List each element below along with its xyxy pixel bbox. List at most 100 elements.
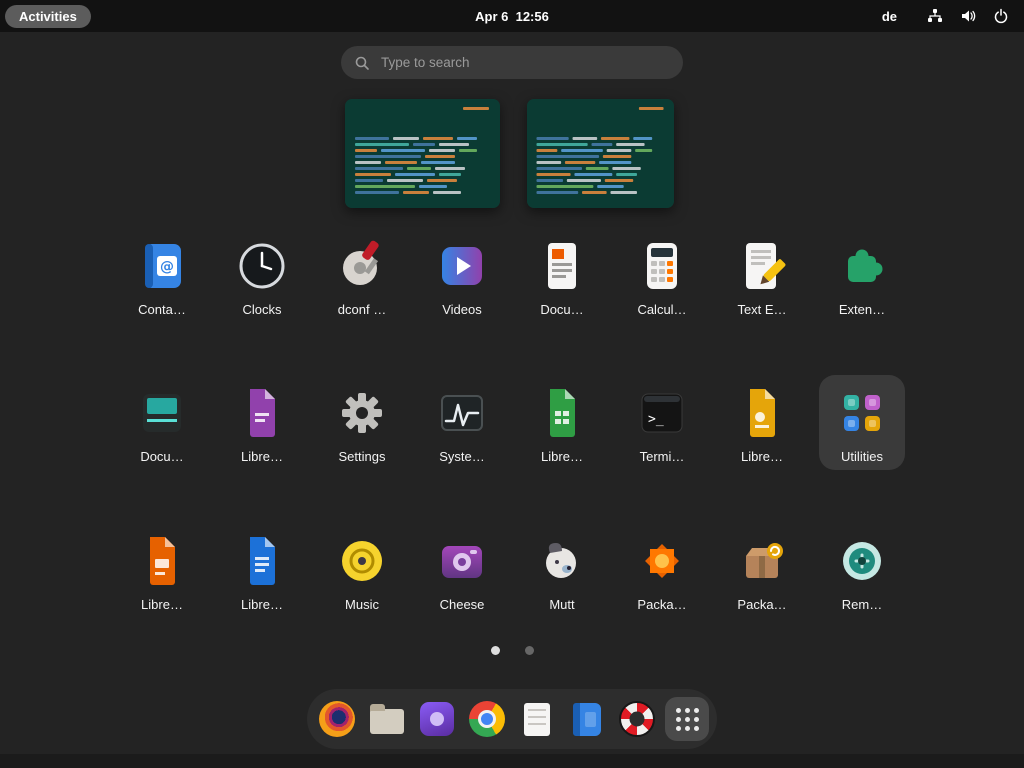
libreoffice-draw-icon: [730, 381, 794, 445]
app-label: Cheese: [440, 597, 485, 612]
blue-book-icon: [573, 703, 601, 736]
mini-app-icon: [844, 395, 859, 410]
activities-button[interactable]: Activities: [5, 5, 91, 28]
search-icon: [354, 55, 370, 71]
settings-gear-icon: [330, 381, 394, 445]
app-label: Text E…: [737, 302, 786, 317]
app-package-updater[interactable]: Packa…: [619, 523, 705, 618]
app-package-manager[interactable]: Packa…: [719, 523, 805, 618]
dock-blue-book-button[interactable]: [565, 697, 609, 741]
dock-files-button[interactable]: [365, 697, 409, 741]
app-clocks[interactable]: Clocks: [219, 228, 305, 323]
app-label: Mutt: [549, 597, 574, 612]
app-label: Videos: [442, 302, 482, 317]
app-text-editor[interactable]: Text E…: [719, 228, 805, 323]
page-dot-2[interactable]: [525, 646, 534, 655]
calculator-icon: [630, 234, 694, 298]
power-icon[interactable]: [992, 7, 1010, 25]
document-viewer-icon: [530, 234, 594, 298]
app-system-monitor[interactable]: Syste…: [419, 375, 505, 470]
purple-app-icon: [420, 702, 454, 736]
app-videos[interactable]: Videos: [419, 228, 505, 323]
page-indicator: [0, 646, 1024, 655]
dock-text-document-button[interactable]: [515, 697, 559, 741]
app-libreoffice-purple[interactable]: Libre…: [219, 375, 305, 470]
dock-show-apps-button[interactable]: [665, 697, 709, 741]
app-calculator[interactable]: Calcul…: [619, 228, 705, 323]
app-label: Clocks: [242, 302, 281, 317]
libreoffice-impress-icon: [130, 529, 194, 593]
page-dot-1[interactable]: [491, 646, 500, 655]
dash-dock: [307, 689, 717, 749]
app-folder-utilities[interactable]: Utilities: [819, 375, 905, 470]
gnome-activities-overview: Activities Apr 6 12:56 de: [0, 0, 1024, 768]
app-libreoffice-writer[interactable]: Libre…: [219, 523, 305, 618]
svg-text:>_: >_: [648, 412, 664, 427]
keyboard-layout-indicator[interactable]: de: [882, 9, 897, 24]
text-editor-icon: [730, 234, 794, 298]
dock-chrome-button[interactable]: [465, 697, 509, 741]
extensions-icon: [830, 234, 894, 298]
text-document-icon: [524, 703, 550, 736]
package-manager-icon: [730, 529, 794, 593]
app-music[interactable]: Music: [319, 523, 405, 618]
app-extensions[interactable]: Exten…: [819, 228, 905, 323]
show-apps-icon: [676, 708, 699, 731]
mini-app-icon: [865, 416, 880, 431]
app-label: Syste…: [439, 449, 485, 464]
app-label: Libre…: [741, 449, 783, 464]
libreoffice-purple-icon: [230, 381, 294, 445]
dconf-editor-icon: [330, 234, 394, 298]
app-libreoffice-calc[interactable]: Libre…: [519, 375, 605, 470]
chrome-icon: [469, 701, 505, 737]
clocks-icon: [230, 234, 294, 298]
window-thumbnail-terminal-1[interactable]: [345, 99, 500, 208]
utilities-folder-icon: [830, 381, 894, 445]
app-grid-row-1: @ Conta… Clocks dconf … Videos: [0, 228, 1024, 323]
app-label: Libre…: [141, 597, 183, 612]
app-label: Calcul…: [637, 302, 686, 317]
app-label: dconf …: [338, 302, 386, 317]
app-mutt[interactable]: Mutt: [519, 523, 605, 618]
window-thumbnail-terminal-2[interactable]: [527, 99, 674, 208]
clock[interactable]: Apr 6 12:56: [475, 9, 549, 24]
videos-icon: [430, 234, 494, 298]
app-remmina[interactable]: Rem…: [819, 523, 905, 618]
app-grid-row-2: Docu… Libre… Settings Syste… Libre…: [0, 375, 1024, 470]
app-label: Conta…: [138, 302, 186, 317]
app-label: Settings: [339, 449, 386, 464]
app-settings[interactable]: Settings: [319, 375, 405, 470]
mutt-icon: [530, 529, 594, 593]
firefox-icon: [319, 701, 355, 737]
app-libreoffice-impress[interactable]: Libre…: [119, 523, 205, 618]
app-contacts[interactable]: @ Conta…: [119, 228, 205, 323]
system-monitor-icon: [430, 381, 494, 445]
dock-firefox-button[interactable]: [315, 697, 359, 741]
search-bar[interactable]: [341, 46, 683, 79]
mini-app-icon: [844, 416, 859, 431]
app-dconf-editor[interactable]: dconf …: [319, 228, 405, 323]
app-document-scanner[interactable]: Docu…: [119, 375, 205, 470]
dock-help-button[interactable]: [615, 697, 659, 741]
network-icon[interactable]: [926, 7, 944, 25]
utilities-mini-icons: [844, 395, 880, 431]
app-terminal[interactable]: >_ Termi…: [619, 375, 705, 470]
app-document-viewer[interactable]: Docu…: [519, 228, 605, 323]
app-label: Rem…: [842, 597, 882, 612]
app-label: Libre…: [541, 449, 583, 464]
terminal-icon: >_: [630, 381, 694, 445]
svg-text:@: @: [160, 259, 174, 275]
music-icon: [330, 529, 394, 593]
lifesaver-help-icon: [619, 701, 655, 737]
libreoffice-writer-icon: [230, 529, 294, 593]
app-label: Exten…: [839, 302, 885, 317]
app-label: Music: [345, 597, 379, 612]
app-cheese[interactable]: Cheese: [419, 523, 505, 618]
app-label: Libre…: [241, 597, 283, 612]
volume-icon[interactable]: [959, 7, 977, 25]
contacts-icon: @: [130, 234, 194, 298]
app-grid-row-3: Libre… Libre… Music Cheese Mutt: [0, 523, 1024, 618]
app-libreoffice-draw[interactable]: Libre…: [719, 375, 805, 470]
search-input[interactable]: [379, 54, 670, 71]
dock-purple-app-button[interactable]: [415, 697, 459, 741]
